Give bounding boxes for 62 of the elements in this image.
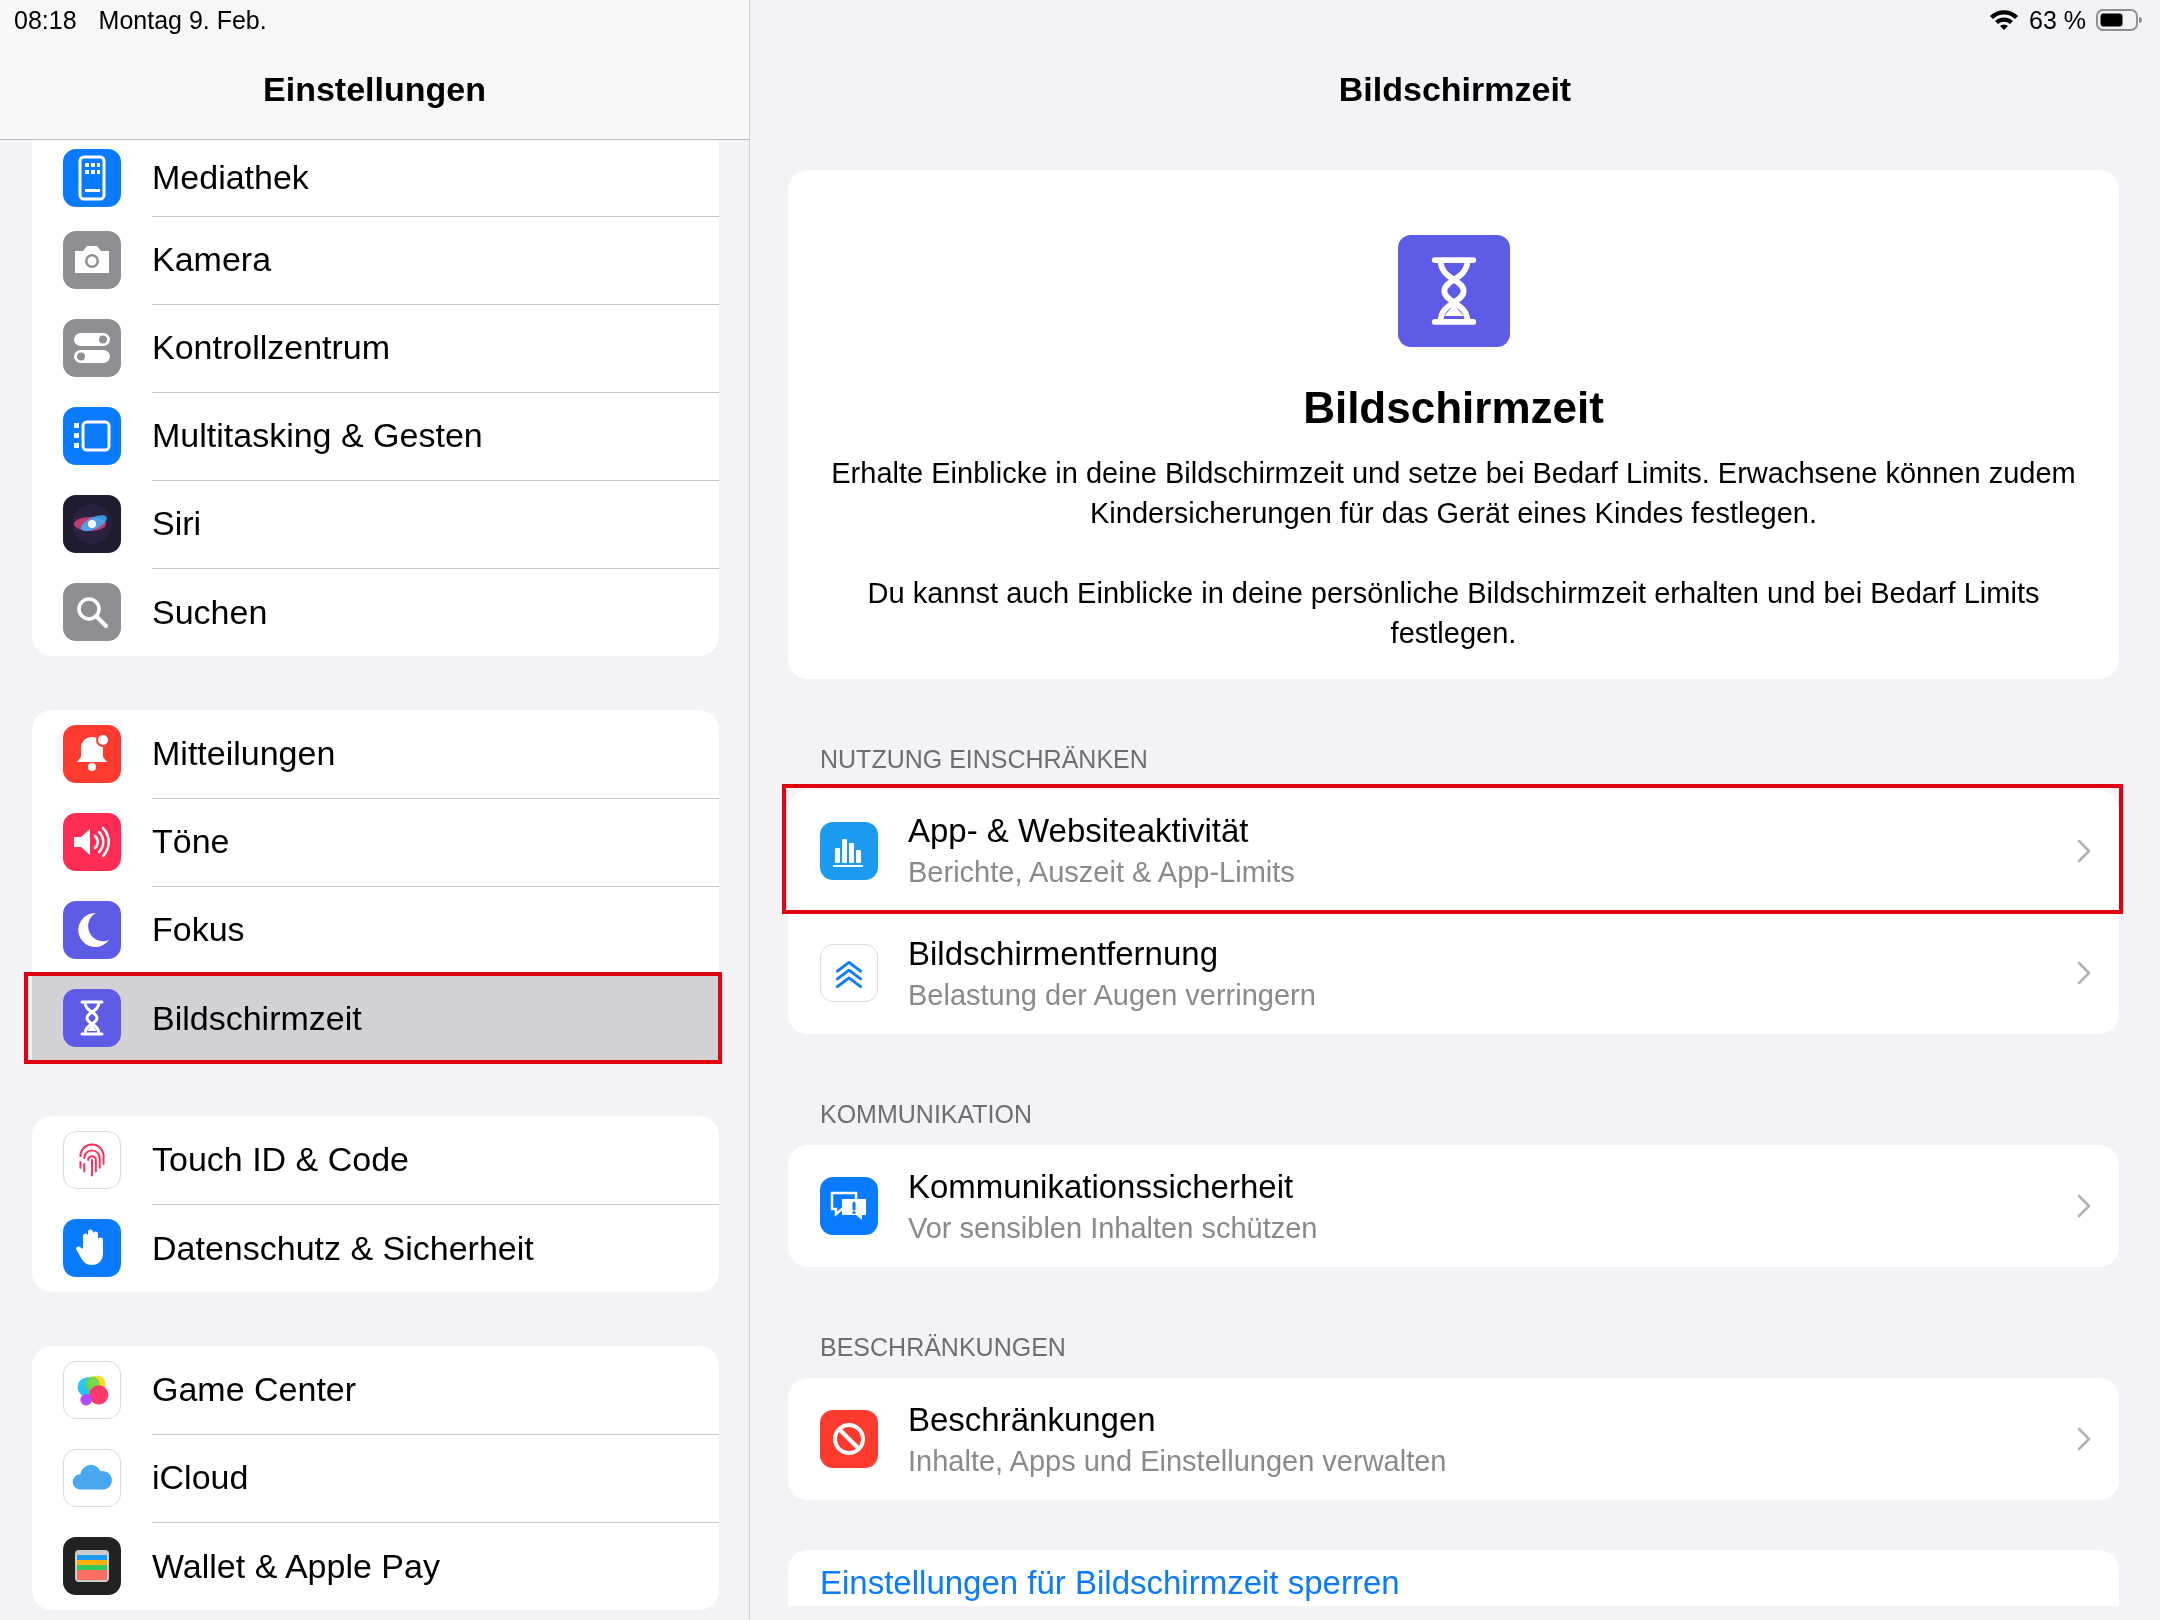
battery-percentage: 63 % bbox=[2029, 5, 2086, 35]
bell-icon bbox=[63, 725, 121, 783]
hero-title: Bildschirmzeit bbox=[1303, 383, 1604, 433]
sidebar-item[interactable]: Kontrollzentrum bbox=[32, 304, 719, 392]
hourglass-icon bbox=[63, 989, 121, 1047]
sidebar-item[interactable]: Game Center bbox=[32, 1346, 719, 1434]
sidebar-item[interactable]: Multitasking & Gesten bbox=[32, 392, 719, 480]
wifi-icon bbox=[1989, 8, 2019, 32]
bubbles-icon bbox=[63, 1361, 121, 1419]
status-date: Montag 9. Feb. bbox=[98, 5, 267, 35]
section-header: BESCHRÄNKUNGEN bbox=[819, 1332, 1067, 1363]
search-icon bbox=[63, 583, 121, 641]
sidebar-item[interactable]: Siri bbox=[32, 480, 719, 568]
description-text: Du kannst auch Einblicke in deine persönliche Bildschirmzeit erhalten und bei Bedarf Limits festlegen. bbox=[866, 576, 2041, 651]
chevron-icon bbox=[2077, 838, 2091, 863]
row-title: Bildschirmentfernung bbox=[908, 934, 1219, 973]
row-subtitle: Vor sensiblen Inhalten schützen bbox=[908, 1211, 1319, 1245]
toggles-icon bbox=[63, 319, 121, 377]
sidebar-title: Einstellungen bbox=[262, 70, 487, 109]
row-title: Kommunikationssicherheit bbox=[908, 1167, 1295, 1206]
hand-icon bbox=[63, 1219, 121, 1277]
battery-icon bbox=[2096, 8, 2142, 32]
row-subtitle: Inhalte, Apps und Einstellungen verwalten bbox=[908, 1444, 1448, 1478]
sidebar-item[interactable]: Touch ID & Code bbox=[32, 1116, 719, 1204]
chevron-icon bbox=[2077, 1194, 2091, 1218]
multitasking-icon bbox=[63, 407, 121, 465]
row-subtitle: Belastung der Augen verringern bbox=[908, 978, 1317, 1012]
chevron-icon bbox=[2077, 1427, 2091, 1451]
fingerprint-icon bbox=[63, 1131, 121, 1189]
sidebar-item[interactable]: Kamera bbox=[32, 216, 719, 304]
chevron-icon bbox=[2077, 961, 2091, 985]
section-header: NUTZUNG EINSCHRÄNKEN bbox=[819, 744, 1149, 775]
sidebar-item[interactable]: Töne bbox=[32, 798, 719, 886]
chat-bubbles-icon bbox=[820, 1177, 878, 1235]
row-subtitle: Berichte, Auszeit & App-Limits bbox=[908, 856, 1296, 889]
lock-settings-link[interactable]: Einstellungen für Bildschirmzeit sperren bbox=[820, 1564, 1400, 1601]
settings-row[interactable]: Bildschirmentfernung Belastung der Augen verringern bbox=[788, 912, 2119, 1034]
sidebar-item[interactable]: Wallet & Apple Pay bbox=[32, 1522, 719, 1610]
wallet-icon bbox=[63, 1537, 121, 1595]
settings-row[interactable]: Kommunikationssicherheit Vor sensiblen Inhalten schützen bbox=[788, 1145, 2119, 1267]
hourglass-icon bbox=[1397, 235, 1510, 347]
sidebar-item[interactable]: Mitteilungen bbox=[32, 710, 719, 798]
no-entry-icon bbox=[820, 1410, 878, 1468]
row-title: Beschränkungen bbox=[908, 1400, 1157, 1439]
row-title: App- & Websiteaktivität bbox=[908, 812, 1250, 850]
speaker-icon bbox=[63, 813, 121, 871]
sidebar-item[interactable]: Mediathek bbox=[32, 140, 719, 216]
page-title: Bildschirmzeit bbox=[1337, 70, 1573, 110]
camera-icon bbox=[63, 231, 121, 289]
sidebar-item[interactable]: iCloud bbox=[32, 1434, 719, 1522]
siri-orb-icon bbox=[63, 495, 121, 553]
settings-row[interactable]: Beschränkungen Inhalte, Apps und Einstellungen verwalten bbox=[788, 1378, 2119, 1500]
bar-chart-icon bbox=[820, 822, 878, 880]
description-text: Erhalte Einblicke in deine Bildschirmzeit und setze bei Bedarf Limits. Erwachsene können zudem Kindersicherungen für das Gerät eines Kindes festlegen. bbox=[830, 456, 2077, 531]
sidebar-item[interactable]: Suchen bbox=[32, 568, 719, 656]
section-header: KOMMUNIKATION bbox=[819, 1099, 1034, 1130]
status-time: 08:18 bbox=[14, 5, 77, 35]
chevrons-up-icon bbox=[820, 944, 878, 1002]
phone-grid-icon bbox=[63, 149, 121, 207]
cloud-icon bbox=[63, 1449, 121, 1507]
sidebar-item[interactable]: Datenschutz & Sicherheit bbox=[32, 1204, 719, 1292]
moon-icon bbox=[63, 901, 121, 959]
